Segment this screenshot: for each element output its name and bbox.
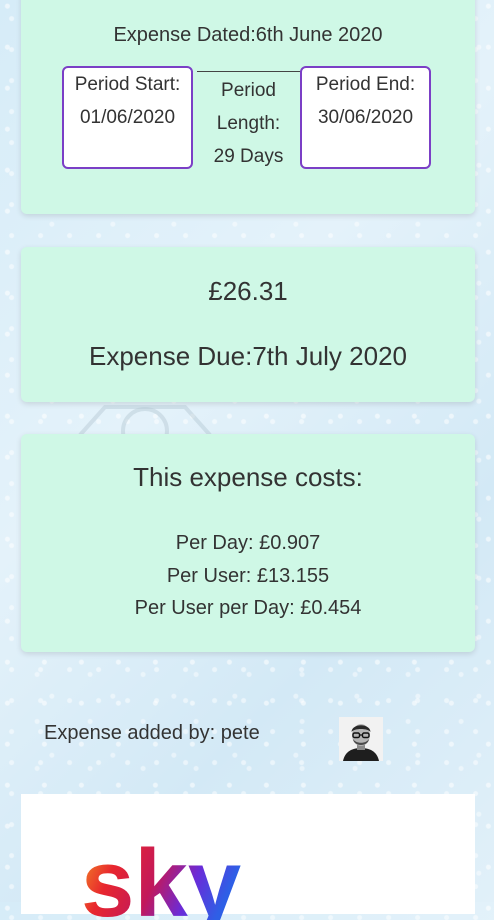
period-length-line1: Period <box>221 80 276 101</box>
expense-costs-card: This expense costs: Per Day: £0.907 Per … <box>21 434 475 652</box>
expense-due: Expense Due:7th July 2020 <box>21 341 475 372</box>
expense-amount-card: £26.31 Expense Due:7th July 2020 <box>21 247 475 402</box>
period-length-line2: Length: <box>216 113 281 134</box>
expense-dated-value: 6th June 2020 <box>255 24 383 46</box>
costs-title: This expense costs: <box>133 462 363 492</box>
period-end-label: Period End: <box>315 74 416 95</box>
period-end-value: 30/06/2020 <box>317 107 414 128</box>
expense-period-card: Expense Dated:6th June 2020 Period Start… <box>21 0 475 214</box>
expense-dated: Expense Dated:6th June 2020 <box>21 24 475 47</box>
sky-logo-text: sky <box>81 830 241 920</box>
expense-due-label: Expense Due: <box>89 341 253 371</box>
cost-per-user: Per User: £13.155 <box>166 565 330 587</box>
period-length-value: 29 Days <box>213 146 284 167</box>
period-length: Period Length: 29 Days <box>197 74 300 173</box>
expense-added-by: Expense added by: pete <box>44 722 260 744</box>
sky-logo-icon: sky <box>81 830 241 920</box>
cost-per-user-per-day: Per User per Day: £0.454 <box>134 597 362 619</box>
cost-per-day: Per Day: £0.907 <box>175 532 321 554</box>
provider-logo-card: sky <box>21 794 475 920</box>
period-start-label: Period Start: <box>74 74 181 95</box>
period-start-box: Period Start: 01/06/2020 <box>62 66 193 169</box>
user-avatar[interactable] <box>339 717 383 761</box>
period-connector-line <box>197 71 300 72</box>
expense-dated-label: Expense Dated: <box>113 24 256 46</box>
period-start-value: 01/06/2020 <box>79 107 176 128</box>
expense-due-value: 7th July 2020 <box>252 341 407 371</box>
expense-amount: £26.31 <box>208 276 288 306</box>
avatar-photo-icon <box>339 717 383 761</box>
period-end-box: Period End: 30/06/2020 <box>300 66 431 169</box>
